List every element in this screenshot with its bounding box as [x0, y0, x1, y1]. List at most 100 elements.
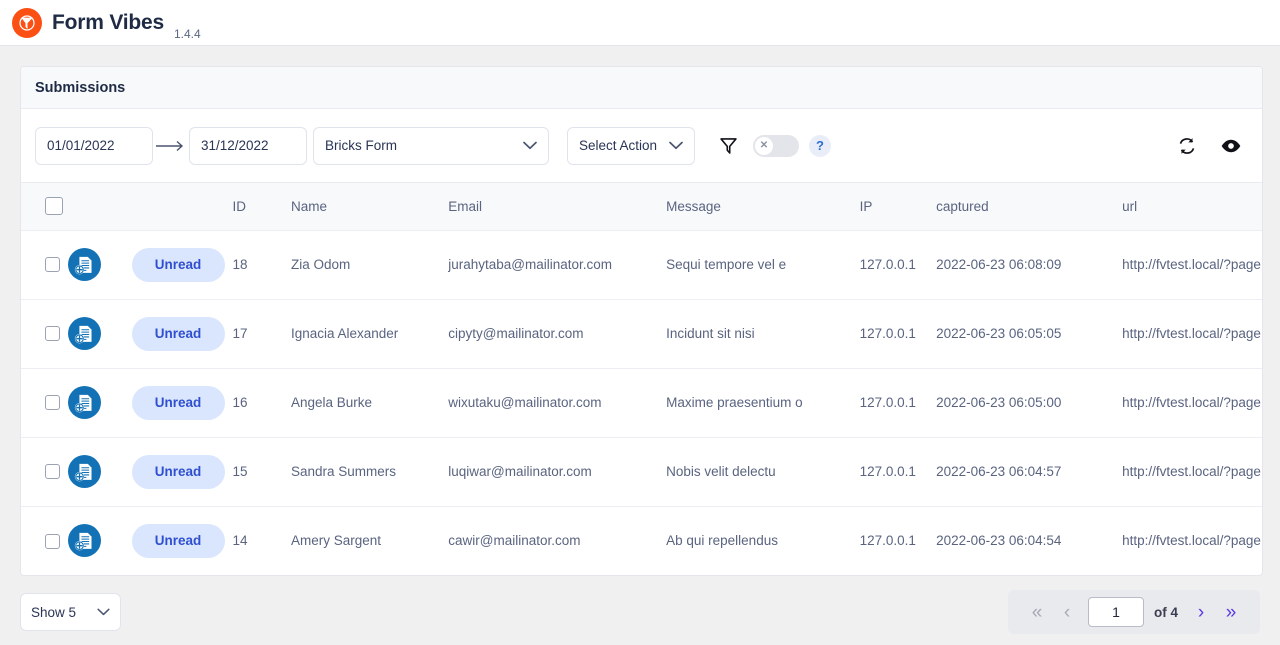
page-number-input[interactable] [1087, 597, 1144, 627]
add-entry-document-icon[interactable] [67, 317, 101, 350]
page-body: Submissions Bricks Form Select A [0, 46, 1280, 645]
cell-captured: 2022-06-23 06:05:05 [936, 299, 1123, 369]
cell-url: http://fvtest.local/?page [1122, 230, 1262, 300]
cell-captured: 2022-06-23 06:05:00 [936, 368, 1123, 438]
row-checkbox[interactable] [45, 257, 60, 273]
next-page-button[interactable]: › [1186, 603, 1216, 622]
date-from-input[interactable] [35, 126, 153, 165]
status-badge[interactable]: Unread [131, 247, 225, 282]
per-page-value: Show 5 [31, 604, 77, 620]
cell-email: jurahytaba@mailinator.com [448, 230, 667, 300]
cell-url: http://fvtest.local/?page [1122, 533, 1261, 549]
card-header: Submissions [21, 67, 1262, 109]
cell-url: http://fvtest.local/?page [1122, 437, 1262, 507]
filters-toolbar: Bricks Form Select Action [21, 109, 1262, 183]
cell-ip: 127.0.0.1 [859, 368, 937, 438]
row-checkbox[interactable] [45, 533, 60, 549]
add-entry-document-icon[interactable] [67, 455, 101, 488]
cell-message: Sequi tempore vel e [666, 230, 860, 300]
first-page-button[interactable]: « [1022, 603, 1052, 622]
cell-email: wixutaku@mailinator.com [448, 368, 667, 438]
add-entry-document-icon[interactable] [67, 524, 101, 558]
status-badge[interactable]: Unread [131, 385, 225, 420]
form-select[interactable]: Bricks Form [313, 126, 549, 165]
submissions-table: ID Name Email Message IP captured url Un… [21, 183, 1262, 575]
table-row[interactable]: Unread 14 Amery Sargent cawir@mailinator… [21, 506, 1262, 575]
last-page-button[interactable]: » [1216, 603, 1246, 622]
icon-column-header [67, 183, 132, 231]
submissions-table-scroll[interactable]: ID Name Email Message IP captured url Un… [21, 183, 1262, 575]
select-all-checkbox[interactable] [45, 197, 63, 216]
app-bar: Form Vibes 1.4.4 [0, 0, 1280, 46]
chevron-down-icon [669, 141, 683, 150]
funnel-icon[interactable] [711, 127, 745, 165]
help-button[interactable]: ? [809, 134, 831, 157]
cell-name: Ignacia Alexander [290, 299, 449, 369]
cell-ip: 127.0.0.1 [859, 533, 916, 549]
cell-ip: 127.0.0.1 [859, 299, 937, 369]
column-header-name[interactable]: Name [290, 183, 449, 231]
table-row[interactable]: Unread 15 Sandra Summers luqiwar@mailina… [21, 437, 1262, 507]
eye-icon[interactable] [1214, 129, 1248, 163]
page-title: Submissions [35, 79, 126, 96]
cell-message: Incidunt sit nisi [666, 299, 860, 369]
column-header-id[interactable]: ID [232, 183, 291, 231]
column-header-message[interactable]: Message [666, 183, 860, 231]
table-row[interactable]: Unread 18 Zia Odom jurahytaba@mailinator… [21, 230, 1262, 300]
form-select-value: Bricks Form [325, 138, 397, 153]
cell-id: 14 [232, 533, 248, 549]
column-header-url[interactable]: url [1122, 183, 1262, 231]
action-select-value: Select Action [579, 138, 658, 153]
cell-captured: 2022-06-23 06:04:54 [936, 533, 1062, 549]
chevron-down-icon [97, 608, 110, 616]
row-checkbox[interactable] [45, 326, 60, 342]
table-row[interactable]: Unread 16 Angela Burke wixutaku@mailinat… [21, 368, 1262, 438]
cell-name: Amery Sargent [290, 533, 381, 549]
cell-ip: 127.0.0.1 [859, 230, 937, 300]
cell-name: Sandra Summers [290, 437, 449, 507]
add-entry-document-icon[interactable] [67, 248, 101, 281]
table-row[interactable]: Unread 17 Ignacia Alexander cipyty@maili… [21, 299, 1262, 369]
cell-message: Maxime praesentium o [666, 368, 860, 438]
cell-name: Zia Odom [290, 230, 449, 300]
cell-message: Ab qui repellendus [666, 533, 778, 549]
add-entry-document-icon[interactable] [67, 386, 101, 419]
cell-id: 16 [232, 368, 291, 438]
arrow-right-icon [153, 140, 189, 152]
refresh-icon[interactable] [1170, 129, 1204, 163]
cell-email: cawir@mailinator.com [448, 533, 581, 549]
cell-url: http://fvtest.local/?page [1122, 299, 1262, 369]
cell-url: http://fvtest.local/?page [1122, 368, 1262, 438]
form-vibes-logo-icon [12, 7, 42, 38]
select-all-header [21, 183, 68, 231]
column-header-email[interactable]: Email [448, 183, 667, 231]
total-pages-label: of 4 [1153, 604, 1178, 620]
cell-ip: 127.0.0.1 [859, 437, 937, 507]
close-x-icon: ✕ [755, 136, 773, 155]
table-body: Unread 18 Zia Odom jurahytaba@mailinator… [21, 230, 1262, 575]
chevron-down-icon [523, 141, 537, 150]
filter-toggle[interactable]: ✕ [753, 134, 799, 157]
cell-captured: 2022-06-23 06:04:57 [936, 437, 1123, 507]
table-header-row: ID Name Email Message IP captured url [21, 183, 1262, 231]
status-badge[interactable]: Unread [131, 454, 225, 489]
cell-email: luqiwar@mailinator.com [448, 437, 667, 507]
cell-id: 17 [232, 299, 291, 369]
table-footer: Show 5 « ‹ of 4 › » [20, 590, 1263, 634]
row-checkbox[interactable] [45, 395, 60, 411]
per-page-select[interactable]: Show 5 [20, 593, 121, 631]
column-header-captured[interactable]: captured [936, 183, 1123, 231]
pagination: « ‹ of 4 › » [1007, 590, 1260, 634]
cell-email: cipyty@mailinator.com [448, 299, 667, 369]
column-header-ip[interactable]: IP [859, 183, 937, 231]
row-checkbox[interactable] [45, 464, 60, 480]
prev-page-button[interactable]: ‹ [1052, 603, 1082, 622]
app-version: 1.4.4 [173, 27, 201, 41]
app-title: Form Vibes [52, 10, 164, 34]
cell-name: Angela Burke [290, 368, 449, 438]
date-to-input[interactable] [189, 126, 307, 165]
action-select[interactable]: Select Action [567, 126, 695, 165]
cell-captured: 2022-06-23 06:08:09 [936, 230, 1123, 300]
status-badge[interactable]: Unread [131, 316, 225, 351]
status-badge[interactable]: Unread [131, 523, 225, 558]
